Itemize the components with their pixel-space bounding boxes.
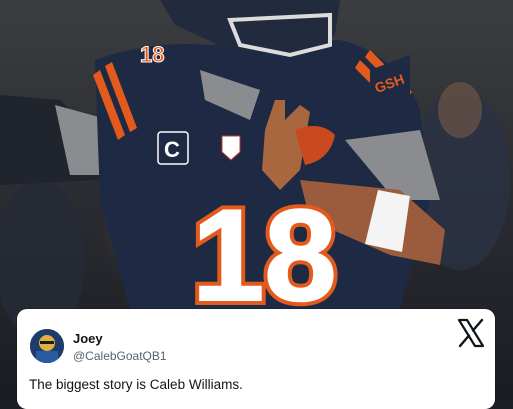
- svg-text:18: 18: [192, 182, 337, 328]
- display-name[interactable]: Joey: [73, 331, 103, 346]
- tweet-text: The biggest story is Caleb Williams.: [29, 377, 243, 392]
- profile-avatar-icon[interactable]: [30, 329, 64, 363]
- x-logo-icon[interactable]: [455, 317, 487, 349]
- svg-text:18: 18: [140, 42, 164, 67]
- tweet-card[interactable]: Joey @CalebGoatQB1 The biggest story is …: [17, 309, 495, 409]
- svg-text:C: C: [164, 137, 180, 162]
- user-handle[interactable]: @CalebGoatQB1: [73, 349, 167, 363]
